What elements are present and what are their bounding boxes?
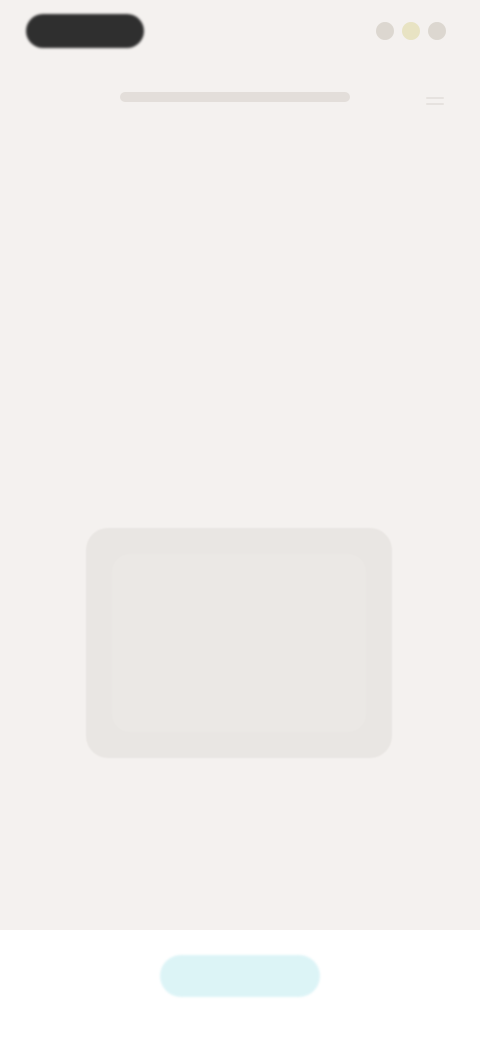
primary-cta-button[interactable]: [160, 955, 320, 997]
status-icon: [428, 22, 446, 40]
page-title: [120, 92, 350, 102]
menu-icon[interactable]: [426, 92, 444, 110]
content-card-inner: [112, 554, 366, 732]
status-icon: [402, 22, 420, 40]
top-right-status-cluster: [376, 22, 446, 40]
screen: [0, 0, 480, 1040]
top-left-pill[interactable]: [26, 14, 144, 48]
status-icon: [376, 22, 394, 40]
content-card: [86, 528, 392, 758]
card-links: [108, 792, 378, 804]
top-bar: [0, 0, 480, 105]
